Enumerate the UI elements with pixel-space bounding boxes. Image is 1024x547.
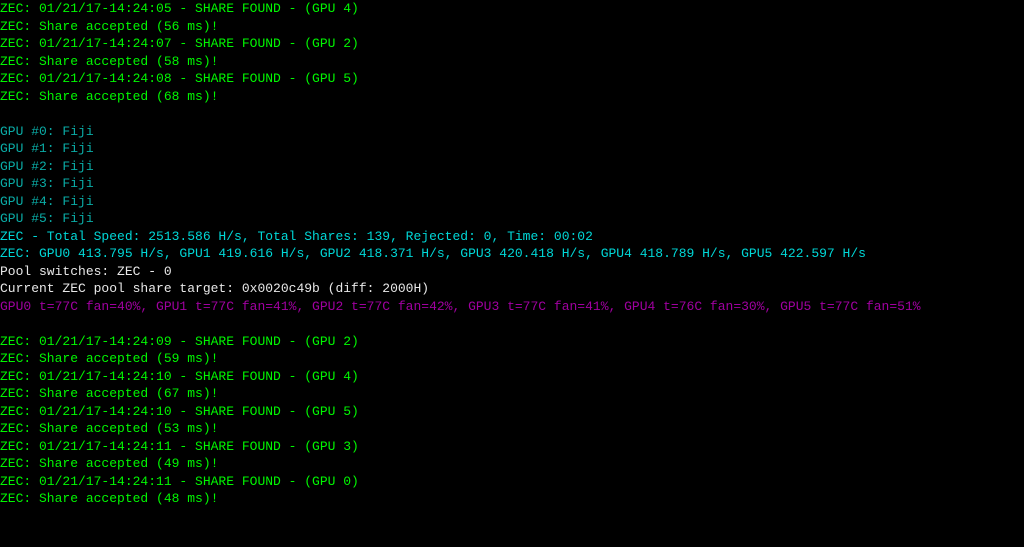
terminal-line: ZEC: 01/21/17-14:24:10 - SHARE FOUND - (… — [0, 368, 1024, 386]
terminal-line: ZEC: 01/21/17-14:24:11 - SHARE FOUND - (… — [0, 438, 1024, 456]
terminal-line: ZEC: 01/21/17-14:24:11 - SHARE FOUND - (… — [0, 473, 1024, 491]
terminal-line: GPU #2: Fiji — [0, 158, 1024, 176]
terminal-line: ZEC: Share accepted (58 ms)! — [0, 53, 1024, 71]
terminal-line: ZEC: 01/21/17-14:24:05 - SHARE FOUND - (… — [0, 0, 1024, 18]
terminal-line: ZEC: 01/21/17-14:24:09 - SHARE FOUND - (… — [0, 333, 1024, 351]
terminal-line: ZEC: Share accepted (67 ms)! — [0, 385, 1024, 403]
terminal-line: ZEC: Share accepted (59 ms)! — [0, 350, 1024, 368]
terminal-line: GPU #1: Fiji — [0, 140, 1024, 158]
terminal-line: ZEC: 01/21/17-14:24:10 - SHARE FOUND - (… — [0, 403, 1024, 421]
terminal-line: ZEC: Share accepted (53 ms)! — [0, 420, 1024, 438]
terminal-line: ZEC: GPU0 413.795 H/s, GPU1 419.616 H/s,… — [0, 245, 1024, 263]
terminal-output: ZEC: 01/21/17-14:24:05 - SHARE FOUND - (… — [0, 0, 1024, 508]
terminal-line: ZEC: Share accepted (48 ms)! — [0, 490, 1024, 508]
terminal-line: GPU #4: Fiji — [0, 193, 1024, 211]
terminal-line: ZEC: 01/21/17-14:24:07 - SHARE FOUND - (… — [0, 35, 1024, 53]
terminal-line: Current ZEC pool share target: 0x0020c49… — [0, 280, 1024, 298]
terminal-line: ZEC: Share accepted (49 ms)! — [0, 455, 1024, 473]
terminal-line: GPU #3: Fiji — [0, 175, 1024, 193]
terminal-line — [0, 105, 1024, 123]
terminal-line: GPU0 t=77C fan=40%, GPU1 t=77C fan=41%, … — [0, 298, 1024, 316]
terminal-line: ZEC: Share accepted (68 ms)! — [0, 88, 1024, 106]
terminal-line: Pool switches: ZEC - 0 — [0, 263, 1024, 281]
terminal-line: GPU #5: Fiji — [0, 210, 1024, 228]
terminal-line: GPU #0: Fiji — [0, 123, 1024, 141]
terminal-line: ZEC - Total Speed: 2513.586 H/s, Total S… — [0, 228, 1024, 246]
terminal-line: ZEC: 01/21/17-14:24:08 - SHARE FOUND - (… — [0, 70, 1024, 88]
terminal-line — [0, 315, 1024, 333]
terminal-line: ZEC: Share accepted (56 ms)! — [0, 18, 1024, 36]
